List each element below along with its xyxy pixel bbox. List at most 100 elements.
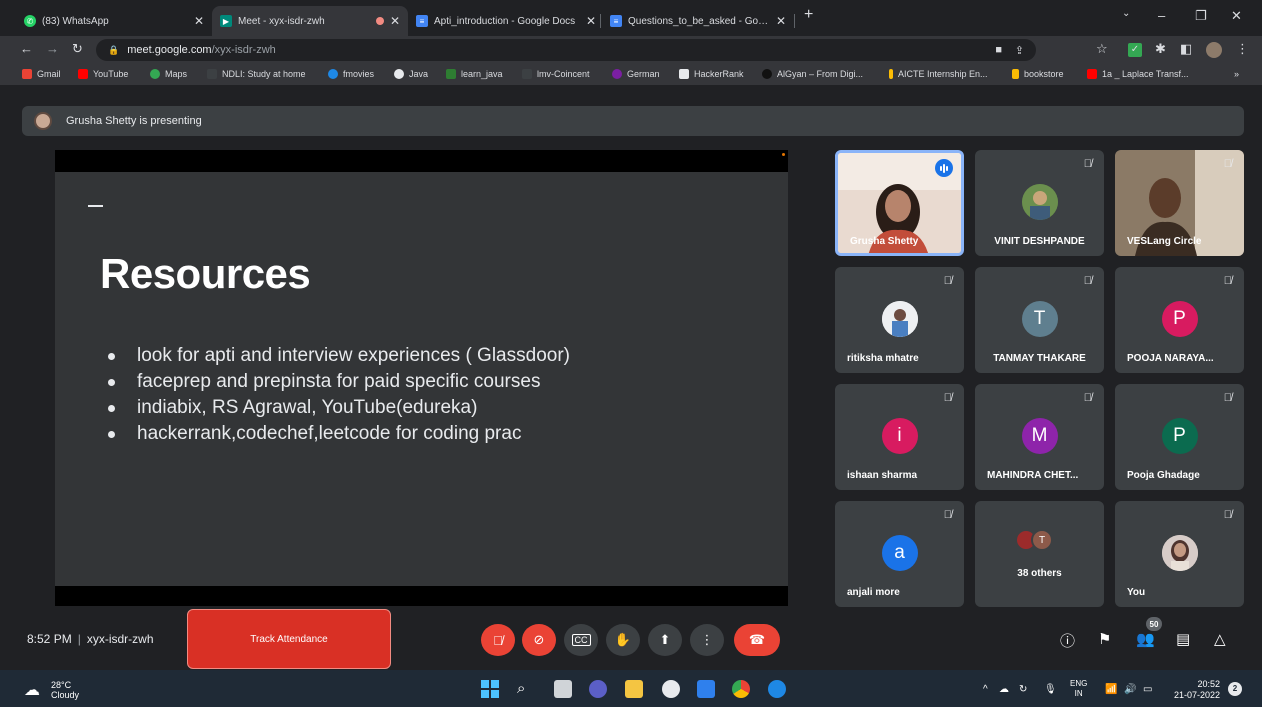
participant-tile-veslang[interactable]: 🎙̸ VESLang Circle bbox=[1115, 150, 1244, 256]
raise-hand-button[interactable]: ✋ bbox=[606, 624, 640, 656]
task-view-icon[interactable] bbox=[554, 680, 572, 698]
menu-icon[interactable]: ⋮ bbox=[1236, 41, 1249, 57]
reload-button[interactable]: ↻ bbox=[72, 41, 83, 57]
close-icon[interactable]: ✕ bbox=[776, 14, 786, 28]
participant-tile-ritiksha[interactable]: 🎙̸ ritiksha mhatre bbox=[835, 267, 964, 373]
share-icon[interactable]: ⇪ bbox=[1015, 44, 1024, 57]
participant-tile-anjali[interactable]: 🎙̸ a anjali more bbox=[835, 501, 964, 607]
volume-icon[interactable]: 🔊 bbox=[1124, 684, 1136, 695]
bullet-dot bbox=[108, 404, 115, 412]
minimize-button[interactable]: – bbox=[1158, 8, 1165, 23]
bookmark-fmovies[interactable]: fmovies bbox=[328, 69, 374, 79]
camera-toggle-button[interactable]: ⊘ bbox=[522, 624, 556, 656]
wifi-icon[interactable]: 📶 bbox=[1105, 684, 1117, 695]
leave-call-button[interactable]: ☎ bbox=[734, 624, 780, 656]
vscode-icon[interactable] bbox=[697, 680, 715, 698]
chrome-icon[interactable] bbox=[732, 680, 750, 698]
more-bookmarks-icon[interactable]: » bbox=[1234, 69, 1239, 79]
participant-tile-ishaan[interactable]: 🎙̸ i ishaan sharma bbox=[835, 384, 964, 490]
update-icon[interactable]: ↻ bbox=[1019, 684, 1027, 695]
bookmark-youtube[interactable]: YouTube bbox=[78, 69, 128, 79]
bookmark-maps[interactable]: Maps bbox=[150, 69, 187, 79]
bookmark-lmv-coincent[interactable]: lmv-Coincent bbox=[522, 69, 590, 79]
slide-bullet: hackerrank,codechef,leetcode for coding … bbox=[108, 421, 570, 447]
participant-photo bbox=[1161, 535, 1198, 571]
extension-check-icon[interactable]: ✓ bbox=[1128, 43, 1142, 57]
teams-icon[interactable] bbox=[589, 680, 607, 698]
participant-tile-grusha[interactable]: Grusha Shetty bbox=[835, 150, 964, 256]
tab-meet[interactable]: ▶ Meet - xyx-isdr-zwh ✕ bbox=[212, 6, 408, 36]
bookmark-java[interactable]: Java bbox=[394, 69, 428, 79]
search-icon[interactable]: ⌕ bbox=[517, 680, 535, 698]
close-icon[interactable]: ✕ bbox=[390, 14, 400, 28]
restore-button[interactable]: ❐ bbox=[1195, 8, 1207, 24]
notification-badge[interactable]: 2 bbox=[1228, 682, 1242, 696]
extensions-icon[interactable]: ✱ bbox=[1155, 41, 1166, 57]
tab-apti-introduction[interactable]: ≡ Apti_introduction - Google Docs ✕ bbox=[408, 6, 604, 36]
tab-questions[interactable]: ≡ Questions_to_be_asked - Google ✕ bbox=[602, 6, 794, 36]
participant-tile-vinit[interactable]: 🎙̸ VINIT DESHPANDE bbox=[975, 150, 1104, 256]
tab-divider bbox=[600, 14, 601, 28]
bookmark-bookstore[interactable]: bookstore bbox=[1012, 69, 1064, 79]
onedrive-icon[interactable]: ☁ bbox=[999, 684, 1009, 695]
learn-java-icon bbox=[446, 69, 456, 79]
bookmark-laplace[interactable]: 1a _ Laplace Transf... bbox=[1087, 69, 1189, 79]
track-attendance-button[interactable]: Track Attendance bbox=[187, 609, 391, 669]
show-hidden-icons[interactable]: ^ bbox=[983, 684, 988, 695]
weather-widget[interactable]: 28°C Cloudy bbox=[51, 680, 79, 700]
camera-off-icon: ⊘ bbox=[533, 632, 545, 647]
github-icon[interactable] bbox=[662, 680, 680, 698]
chat-icon[interactable]: ▤ bbox=[1176, 630, 1190, 648]
bookmark-hackerrank[interactable]: HackerRank bbox=[679, 69, 744, 79]
german-icon bbox=[612, 69, 622, 79]
start-button[interactable] bbox=[481, 680, 499, 698]
address-bar[interactable]: 🔒 meet.google.com /xyx-isdr-zwh ■ ⇪ bbox=[96, 39, 1036, 61]
edge-icon[interactable] bbox=[768, 680, 786, 698]
more-options-button[interactable]: ⋮ bbox=[690, 624, 724, 656]
mic-toggle-button[interactable]: 🎙̸ bbox=[481, 624, 515, 656]
bookmark-aicte[interactable]: AICTE Internship En... bbox=[889, 69, 988, 79]
meeting-code: xyx-isdr-zwh bbox=[86, 632, 154, 646]
battery-icon[interactable]: ▭ bbox=[1143, 684, 1152, 695]
separator: | bbox=[77, 632, 81, 646]
close-icon[interactable]: ✕ bbox=[194, 14, 204, 28]
participant-tile-mahindra[interactable]: 🎙̸ M MAHINDRA CHET... bbox=[975, 384, 1104, 490]
bookmark-algyan[interactable]: AlGyan – From Digi... bbox=[762, 69, 863, 79]
sidebar-icon[interactable]: ◧ bbox=[1180, 41, 1192, 57]
participant-tile-pooja-ghadage[interactable]: 🎙̸ P Pooja Ghadage bbox=[1115, 384, 1244, 490]
activities-icon[interactable]: △ bbox=[1214, 630, 1226, 648]
language-indicator[interactable]: ENG IN bbox=[1070, 679, 1087, 699]
tab-divider bbox=[794, 14, 795, 28]
close-icon[interactable]: ✕ bbox=[586, 14, 596, 28]
people-icon[interactable]: 👥 bbox=[1136, 630, 1155, 648]
close-window-button[interactable]: ✕ bbox=[1231, 8, 1242, 24]
tab-search-icon[interactable]: ⌄ bbox=[1122, 8, 1130, 19]
present-button[interactable]: ⬆ bbox=[648, 624, 682, 656]
url-host: meet.google.com bbox=[127, 44, 212, 56]
mic-tray-icon[interactable]: 🎙 bbox=[1044, 684, 1057, 695]
star-icon[interactable]: ☆ bbox=[1096, 41, 1108, 57]
new-tab-button[interactable]: + bbox=[804, 6, 813, 24]
participant-photo bbox=[1021, 184, 1058, 220]
bookmark-ndli[interactable]: NDLI: Study at home bbox=[207, 69, 306, 79]
forward-button[interactable]: → bbox=[46, 41, 59, 56]
meeting-details-icon[interactable]: ⓘ bbox=[1060, 630, 1075, 651]
captions-button[interactable]: CC bbox=[564, 624, 598, 656]
host-controls-icon[interactable]: ⚑ bbox=[1098, 630, 1111, 648]
bookmark-learn-java[interactable]: learn_java bbox=[446, 69, 503, 79]
participant-tile-pooja-narayanan[interactable]: 🎙̸ P POOJA NARAYA... bbox=[1115, 267, 1244, 373]
participant-tile-tanmay[interactable]: 🎙̸ T TANMAY THAKARE bbox=[975, 267, 1104, 373]
file-explorer-icon[interactable] bbox=[625, 680, 643, 698]
taskbar-clock[interactable]: 20:52 21-07-2022 bbox=[1168, 679, 1220, 701]
tab-whatsapp[interactable]: ✆ (83) WhatsApp ✕ bbox=[16, 6, 212, 36]
browser-toolbar: ← → ↻ 🔒 meet.google.com /xyx-isdr-zwh ■ … bbox=[0, 36, 1262, 64]
participant-tile-you[interactable]: 🎙̸ You bbox=[1115, 501, 1244, 607]
bookmark-german[interactable]: German bbox=[612, 69, 660, 79]
tab-title: Apti_introduction - Google Docs bbox=[434, 15, 576, 27]
back-button[interactable]: ← bbox=[20, 41, 33, 56]
others-avatar: T bbox=[1031, 529, 1053, 551]
bookmark-gmail[interactable]: Gmail bbox=[22, 69, 61, 79]
participant-tile-others[interactable]: T 38 others bbox=[975, 501, 1104, 607]
camera-indicator-icon[interactable]: ■ bbox=[995, 44, 1002, 56]
profile-avatar[interactable] bbox=[1206, 42, 1222, 58]
